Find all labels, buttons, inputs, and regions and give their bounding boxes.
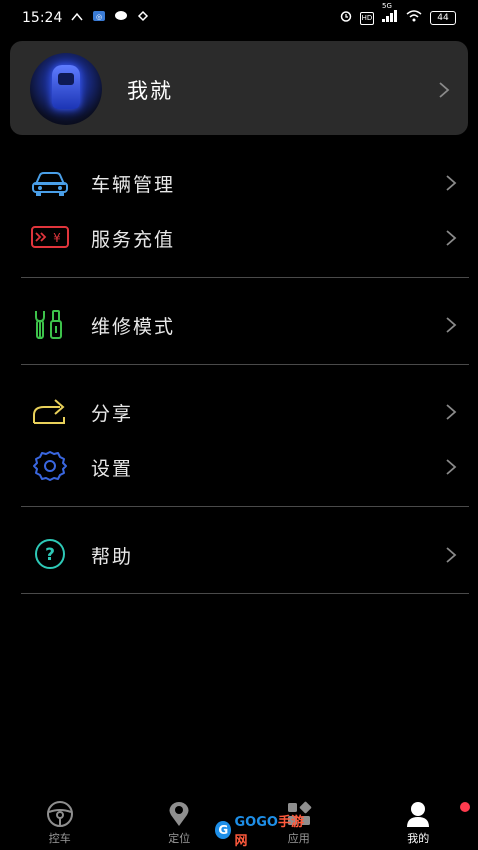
menu-label: 设置 (91, 458, 134, 480)
signal-icon: 5G (382, 2, 398, 26)
nav-label: 我的 (407, 832, 430, 845)
divider (21, 506, 469, 507)
gear-icon (30, 450, 70, 482)
profile-card[interactable]: 我就 (10, 41, 468, 135)
car-image (52, 65, 80, 109)
divider (21, 364, 469, 365)
chevron-right-icon (445, 546, 457, 568)
message-icon (114, 10, 128, 26)
chevron-right-icon (438, 81, 450, 98)
status-right: HD 5G 44 (340, 2, 456, 26)
menu-item-service-recharge[interactable]: ¥ 服务充值 (0, 213, 478, 261)
svg-text:?: ? (45, 545, 55, 565)
car-icon (30, 166, 70, 198)
svg-text:¥: ¥ (53, 231, 61, 245)
recharge-ticket-icon: ¥ (30, 221, 70, 253)
divider (21, 593, 469, 594)
nav-item-mine[interactable]: 我的 (359, 796, 478, 850)
watermark: G GOGO手游网 (215, 815, 310, 849)
hd-icon: HD (360, 11, 374, 25)
watermark-logo-icon: G (215, 821, 232, 839)
nav-item-control[interactable]: 控车 (0, 796, 120, 850)
menu-label: 维修模式 (91, 316, 176, 338)
status-time: 15:24 (22, 10, 63, 26)
menu-item-maintenance-mode[interactable]: 维修模式 (0, 300, 478, 348)
help-icon: ? (30, 538, 70, 570)
nav-label: 控车 (48, 832, 71, 845)
location-pin-icon (166, 800, 192, 832)
notification-badge (460, 802, 470, 812)
avatar[interactable] (30, 53, 102, 125)
svg-text:◎: ◎ (96, 13, 102, 21)
menu-item-help[interactable]: ? 帮助 (0, 530, 478, 578)
chevron-right-icon (445, 229, 457, 251)
app-notification-icon (70, 10, 84, 26)
menu-label: 分享 (91, 403, 134, 425)
wrench-screwdriver-icon (30, 308, 70, 340)
menu-item-share[interactable]: 分享 (0, 387, 478, 435)
watermark-text: GOGO手游网 (234, 811, 310, 849)
menu-label: 服务充值 (91, 229, 176, 251)
status-bar: 15:24 ◎ HD 5G 44 (0, 0, 478, 36)
share-icon (30, 395, 70, 427)
status-left: 15:24 ◎ (22, 10, 150, 26)
network-type: 5G (382, 2, 392, 10)
menu-label: 帮助 (91, 546, 134, 568)
chevron-right-icon (445, 174, 457, 196)
menu-label: 车辆管理 (91, 174, 176, 196)
profile-name: 我就 (127, 79, 173, 103)
menu-item-vehicle-management[interactable]: 车辆管理 (0, 158, 478, 206)
battery-icon: 44 (430, 11, 456, 25)
chevron-right-icon (445, 403, 457, 425)
bluetooth-app-icon: ◎ (92, 10, 106, 26)
menu-item-settings[interactable]: 设置 (0, 442, 478, 490)
wifi-icon (406, 10, 422, 26)
steering-wheel-icon (45, 800, 75, 832)
chevron-right-icon (445, 316, 457, 338)
person-icon (404, 800, 432, 832)
alarm-icon (340, 10, 352, 26)
watermark-brand-a: GOGO (234, 815, 278, 830)
chevron-right-icon (445, 458, 457, 480)
divider (21, 277, 469, 278)
sync-icon (136, 10, 150, 26)
